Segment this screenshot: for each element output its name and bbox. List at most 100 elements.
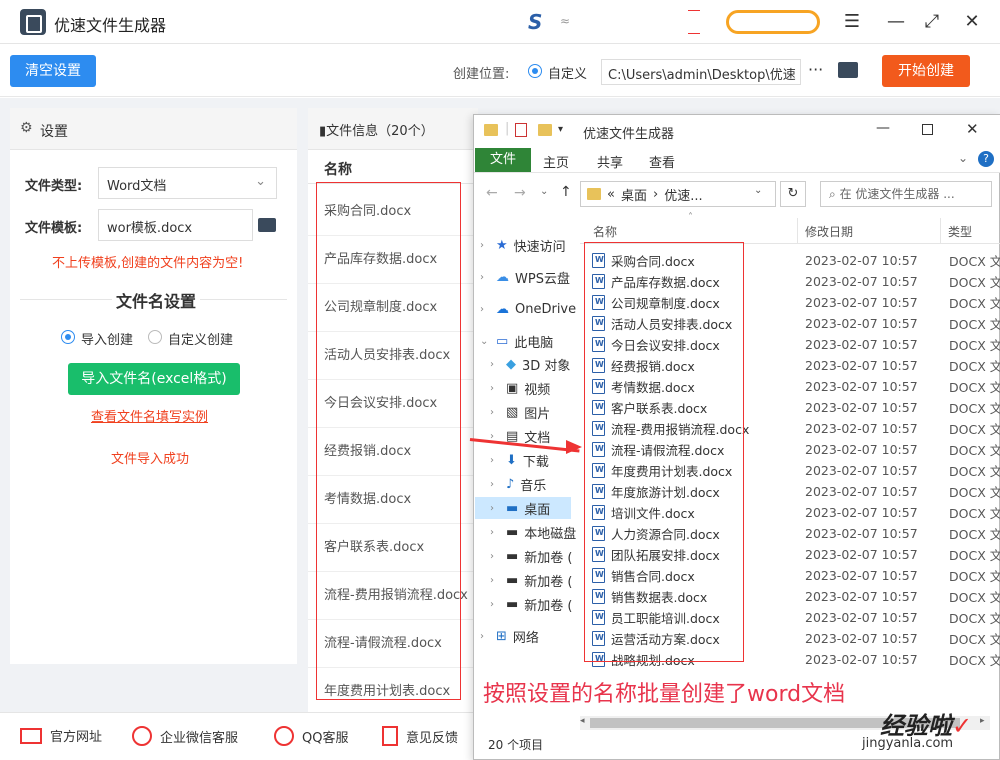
address-prefix: «	[607, 186, 615, 202]
nav-volume-2[interactable]: › ▬ 新加卷 (	[490, 569, 573, 591]
properties-icon[interactable]	[515, 123, 527, 137]
example-link[interactable]: 查看文件名填写实例	[91, 406, 208, 425]
nav-downloads[interactable]: › ⬇ 下载	[490, 449, 549, 471]
column-name[interactable]: 名称	[593, 223, 617, 240]
file-date: 2023-02-07 10:57	[805, 631, 918, 646]
help-icon[interactable]: ?	[978, 151, 994, 167]
custom-location-radio[interactable]	[528, 64, 542, 78]
tab-share[interactable]: 共享	[597, 152, 623, 171]
brand-logo-icon: S	[528, 10, 543, 34]
file-type: DOCX 文	[949, 506, 1000, 521]
file-type-value: Word文档	[107, 179, 167, 194]
column-modified[interactable]: 修改日期	[805, 223, 853, 240]
app-logo-icon	[20, 9, 46, 35]
address-dropdown-icon[interactable]: ⌄	[754, 185, 762, 196]
scroll-left-icon[interactable]: ◂	[580, 716, 585, 726]
custom-create-label: 自定义创建	[168, 333, 234, 348]
clear-settings-button[interactable]: 清空设置	[10, 55, 96, 87]
maximize-icon[interactable]: ⤢	[920, 10, 944, 34]
nav-3d-objects[interactable]: › ◆ 3D 对象	[490, 353, 570, 375]
feedback-link[interactable]: 意见反馈	[382, 726, 458, 746]
website-link[interactable]: 官方网址	[20, 726, 102, 745]
file-type-select[interactable]: Word文档 ⌄	[98, 167, 277, 199]
new-folder-icon[interactable]	[538, 124, 552, 140]
app-title: 优速文件生成器	[54, 16, 167, 35]
qq-service-link[interactable]: QQ客服	[274, 726, 348, 746]
column-type[interactable]: 类型	[948, 223, 972, 240]
refresh-icon[interactable]: ↻	[780, 181, 806, 207]
import-success-text: 文件导入成功	[111, 452, 190, 467]
close-icon[interactable]: ✕	[960, 10, 984, 34]
template-field[interactable]: wor模板.docx	[98, 209, 253, 241]
file-type: DOCX 文	[949, 401, 1000, 416]
file-type: DOCX 文	[949, 338, 1000, 353]
file-date: 2023-02-07 10:57	[805, 358, 918, 373]
import-create-label: 导入创建	[81, 333, 134, 348]
minimize-icon[interactable]: —	[884, 10, 908, 34]
file-type: DOCX 文	[949, 653, 1000, 668]
nav-desktop[interactable]: › ▬ 桌面	[490, 497, 550, 519]
breadcrumb-desktop[interactable]: 桌面	[621, 185, 647, 204]
wechat-icon	[132, 726, 152, 746]
nav-music[interactable]: › ♪ 音乐	[490, 473, 546, 495]
qq-label: QQ客服	[302, 730, 349, 746]
name-column-label: 名称	[324, 162, 352, 178]
explorer-search-input[interactable]: ⌕ 在 优速文件生成器 ...	[820, 181, 992, 207]
nav-volume-1[interactable]: › ▬ 新加卷 (	[490, 545, 573, 567]
wechat-service-link[interactable]: 企业微信客服	[132, 726, 238, 746]
location-path-field[interactable]: C:\Users\admin\Desktop\优速	[601, 59, 801, 85]
explorer-maximize-icon[interactable]	[922, 124, 933, 135]
tab-home[interactable]: 主页	[543, 152, 569, 171]
custom-location-label: 自定义	[548, 67, 588, 82]
arrow-head-icon	[566, 440, 582, 454]
up-icon[interactable]: ↑	[560, 184, 572, 200]
file-date: 2023-02-07 10:57	[805, 463, 918, 478]
file-type: DOCX 文	[949, 590, 1000, 605]
nav-volume-3[interactable]: › ▬ 新加卷 (	[490, 593, 573, 615]
scroll-right-icon[interactable]: ▸	[980, 716, 985, 726]
recent-dropdown-icon[interactable]: ⌄	[540, 186, 548, 197]
custom-create-radio[interactable]	[148, 330, 162, 344]
nav-videos[interactable]: › ▣ 视频	[490, 377, 550, 399]
tab-view[interactable]: 查看	[649, 152, 675, 171]
website-label: 官方网址	[50, 730, 103, 745]
user-account-pill[interactable]	[726, 10, 820, 34]
address-folder-icon	[587, 188, 601, 200]
wechat-label: 企业微信客服	[160, 730, 239, 746]
ribbon-expand-icon[interactable]: ⌄	[958, 151, 968, 165]
breadcrumb-folder[interactable]: 优速...	[664, 185, 702, 204]
feedback-icon	[382, 726, 398, 746]
nav-network[interactable]: › ⊞ 网络	[480, 625, 539, 647]
forward-icon[interactable]: →	[514, 185, 526, 201]
nav-quick-access[interactable]: › ★ 快速访问	[480, 234, 566, 256]
template-warning: 不上传模板,创建的文件内容为空!	[52, 256, 244, 271]
file-type: DOCX 文	[949, 380, 1000, 395]
search-icon: ⌕	[829, 187, 836, 201]
file-date: 2023-02-07 10:57	[805, 547, 918, 562]
more-icon[interactable]: ···	[808, 60, 823, 79]
column-divider	[797, 218, 798, 244]
nav-local-disk[interactable]: › ▬ 本地磁盘	[490, 521, 576, 543]
tab-file[interactable]: 文件	[475, 148, 531, 172]
nav-this-pc[interactable]: ⌄ ▭ 此电脑	[480, 330, 553, 352]
qat-dropdown-icon[interactable]: ▾	[558, 124, 563, 135]
file-type-label: 文件类型:	[25, 179, 83, 194]
file-type: DOCX 文	[949, 569, 1000, 584]
folder-icon[interactable]	[838, 62, 858, 78]
explorer-minimize-icon[interactable]: —	[876, 120, 890, 136]
menu-icon[interactable]: ☰	[840, 10, 864, 34]
file-date: 2023-02-07 10:57	[805, 295, 918, 310]
nav-wps-cloud[interactable]: › ☁ WPS云盘	[480, 266, 570, 288]
address-bar[interactable]: « 桌面 › 优速...	[580, 181, 776, 207]
file-list-header	[580, 218, 1000, 244]
back-icon[interactable]: ←	[486, 185, 498, 201]
file-date: 2023-02-07 10:57	[805, 379, 918, 394]
nav-onedrive[interactable]: › ☁ OneDrive	[480, 298, 576, 320]
import-filenames-button[interactable]: 导入文件名(excel格式)	[68, 363, 240, 395]
import-create-radio[interactable]	[61, 330, 75, 344]
explorer-close-icon[interactable]: ✕	[966, 120, 979, 138]
template-folder-icon[interactable]	[258, 218, 276, 232]
start-create-button[interactable]: 开始创建	[882, 55, 970, 87]
file-date: 2023-02-07 10:57	[805, 610, 918, 625]
nav-pictures[interactable]: › ▧ 图片	[490, 401, 550, 423]
